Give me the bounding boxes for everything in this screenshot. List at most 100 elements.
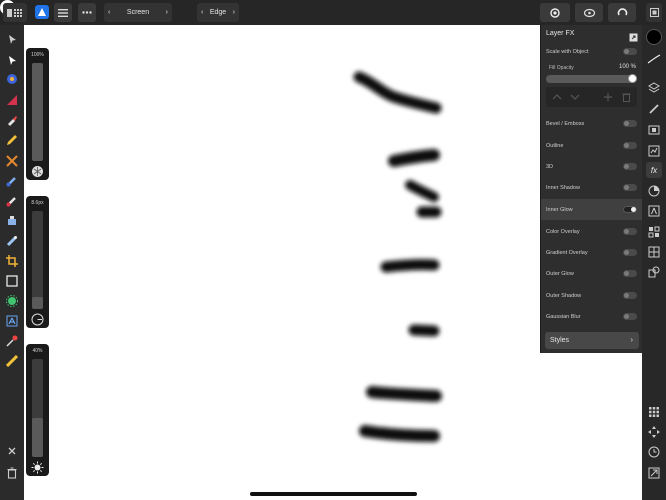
zoom-view-icon[interactable] <box>540 3 570 22</box>
vector-brush-icon[interactable] <box>4 153 20 169</box>
brush-size-slider[interactable]: 100% <box>26 48 49 180</box>
styles-button[interactable]: Styles › <box>545 332 639 349</box>
fx-toggle[interactable] <box>623 206 637 213</box>
fill-opacity-slider[interactable] <box>546 74 637 83</box>
brush-flow-value: 40% <box>32 348 43 354</box>
blend-prev-arrow[interactable]: ‹ <box>108 9 110 16</box>
scale-with-object-toggle[interactable] <box>623 48 637 55</box>
top-toolbar: ‹ Screen › ‹ Edge › <box>0 0 666 25</box>
hamburger-menu-icon[interactable] <box>54 3 72 22</box>
fx-toggle[interactable] <box>623 270 637 277</box>
swatches-icon[interactable] <box>646 224 662 240</box>
measure-tool-icon[interactable] <box>4 353 20 369</box>
popout-icon[interactable] <box>629 29 638 42</box>
paint-brush-icon[interactable] <box>4 173 20 189</box>
history-icon[interactable] <box>646 444 662 460</box>
fx-toggle[interactable] <box>623 163 637 170</box>
color-wheel-icon[interactable] <box>646 183 662 199</box>
select-arrow-icon[interactable] <box>4 52 20 68</box>
eyedropper-tool-icon[interactable] <box>4 333 20 349</box>
assets-icon[interactable] <box>646 264 662 280</box>
edge-next-arrow[interactable]: › <box>233 9 235 16</box>
add-icon[interactable] <box>603 92 613 102</box>
text-styles-icon[interactable] <box>646 203 662 219</box>
trash-icon[interactable] <box>4 465 20 481</box>
blend-next-arrow[interactable]: › <box>166 9 168 16</box>
crop-tool-icon[interactable] <box>4 253 20 269</box>
layers-icon[interactable] <box>646 80 662 96</box>
transform-icon[interactable] <box>646 424 662 440</box>
brush-stroke-icon[interactable] <box>646 51 662 67</box>
current-color-swatch[interactable] <box>646 29 662 45</box>
brush-size-value: 100% <box>31 52 44 58</box>
brush-flow-fill <box>32 418 43 457</box>
grid-menu-icon[interactable] <box>3 3 27 22</box>
color-picker-tool-icon[interactable] <box>4 71 20 87</box>
blend-mode-selector[interactable]: ‹ Screen › <box>104 3 172 22</box>
fx-row-gradient-overlay[interactable]: Gradient Overlay <box>541 242 643 263</box>
right-studio-bar: fx <box>642 25 666 500</box>
fx-row-outer-shadow[interactable]: Outer Shadow <box>541 285 643 306</box>
fx-toggle[interactable] <box>623 228 637 235</box>
brush-flow-slider[interactable]: 40% <box>26 344 49 476</box>
fx-icon: fx <box>650 165 658 175</box>
retouch-tool-icon[interactable] <box>4 213 20 229</box>
export-icon[interactable] <box>646 465 662 481</box>
fx-toggle[interactable] <box>623 292 637 299</box>
fx-row-bevel-emboss[interactable]: Bevel / Emboss <box>541 113 643 134</box>
smudge-tool-icon[interactable] <box>4 233 20 249</box>
pen-tool-icon[interactable] <box>4 112 20 128</box>
brush-width-slider[interactable]: 8.6px <box>26 196 49 328</box>
texture-brush-icon[interactable] <box>31 165 44 178</box>
edge-label: Edge <box>209 9 227 16</box>
move-tool-icon[interactable] <box>4 31 20 47</box>
fx-panel-tab[interactable]: fx <box>646 162 662 178</box>
brush-shape-icon[interactable] <box>31 313 44 326</box>
fx-toggle[interactable] <box>623 313 637 320</box>
fill-opacity-label: Fill Opacity <box>549 65 574 71</box>
flood-select-icon[interactable] <box>4 293 20 309</box>
fx-row-gaussian-blur[interactable]: Gaussian Blur <box>541 306 643 327</box>
app-logo-icon[interactable] <box>35 5 49 19</box>
brightness-icon[interactable] <box>31 461 44 474</box>
fx-toggle[interactable] <box>623 142 637 149</box>
edge-selector[interactable]: ‹ Edge › <box>197 3 239 22</box>
fx-row-inner-glow[interactable]: Inner Glow <box>541 199 643 220</box>
expand-icon[interactable] <box>646 3 662 22</box>
home-indicator[interactable] <box>250 492 417 496</box>
delete-icon[interactable] <box>622 92 631 102</box>
more-options-icon[interactable] <box>78 3 96 22</box>
magnet-snapping-icon[interactable] <box>608 3 636 22</box>
fx-toggle[interactable] <box>623 184 637 191</box>
brushes-panel-icon[interactable] <box>646 101 662 117</box>
brush-width-fill <box>32 297 43 309</box>
fx-toggle[interactable] <box>623 120 637 127</box>
move-up-icon[interactable] <box>552 93 562 101</box>
fill-opacity-knob[interactable] <box>628 74 637 83</box>
text-tool-icon[interactable] <box>4 313 20 329</box>
navigator-icon[interactable] <box>646 122 662 138</box>
fx-label: Outer Shadow <box>546 292 582 299</box>
close-icon[interactable] <box>4 443 20 459</box>
edge-prev-arrow[interactable]: ‹ <box>201 9 203 16</box>
pencil-tool-icon[interactable] <box>4 132 20 148</box>
fx-toggle[interactable] <box>623 249 637 256</box>
fx-row-inner-shadow[interactable]: Inner Shadow <box>541 177 643 198</box>
brush-size-fill <box>32 63 43 161</box>
fill-tool-icon[interactable] <box>4 92 20 108</box>
marquee-tool-icon[interactable] <box>4 273 20 289</box>
chevron-right-icon: › <box>630 335 633 344</box>
fx-row-outline[interactable]: Outline <box>541 135 643 156</box>
eraser-brush-icon[interactable] <box>4 193 20 209</box>
adjustments-icon[interactable] <box>646 143 662 159</box>
fx-row-color-overlay[interactable]: Color Overlay <box>541 221 643 242</box>
scale-with-object-row[interactable]: Scale with Object <box>541 41 643 62</box>
move-down-icon[interactable] <box>570 93 580 101</box>
grid-view-icon[interactable] <box>646 404 662 420</box>
fx-row-3d[interactable]: 3D <box>541 156 643 177</box>
assistant-icon[interactable] <box>575 3 603 22</box>
brush-width-track[interactable] <box>32 211 43 309</box>
channels-icon[interactable] <box>646 244 662 260</box>
scale-with-object-label: Scale with Object <box>546 48 589 55</box>
fx-row-outer-glow[interactable]: Outer Glow <box>541 263 643 284</box>
